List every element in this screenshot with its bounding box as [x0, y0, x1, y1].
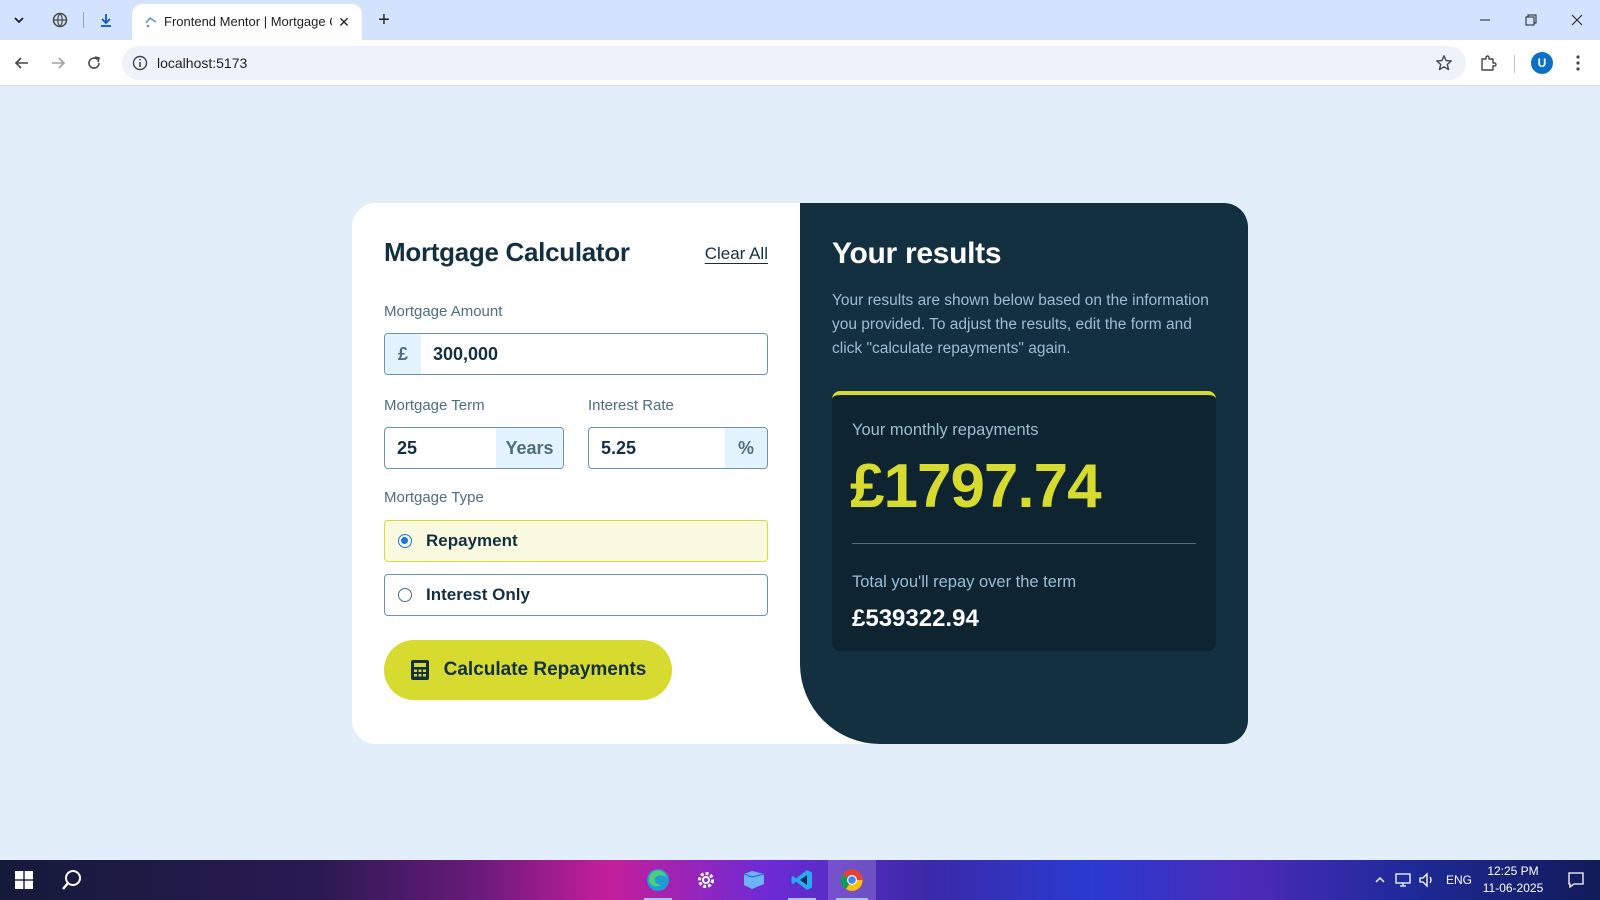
mortgage-term-field[interactable]: 25 Years: [384, 427, 564, 469]
tray-chevron-up-icon[interactable]: [1370, 860, 1390, 900]
mortgage-amount-label: Mortgage Amount: [384, 303, 503, 320]
mortgage-amount-input[interactable]: 300,000: [421, 334, 767, 374]
pinned-tab-download-icon[interactable]: [92, 6, 120, 34]
browser-tabstrip: Frontend Mentor | Mortgage Calculator ✕ …: [0, 0, 1600, 40]
total-repay-value: £539322.94: [852, 605, 979, 632]
toolbar-separator: [1514, 55, 1515, 73]
profile-avatar[interactable]: U: [1531, 52, 1553, 74]
mortgage-amount-field[interactable]: £ 300,000: [384, 333, 768, 375]
clock-date: 11-06-2025: [1482, 881, 1544, 895]
interest-rate-field[interactable]: 5.25 %: [588, 427, 768, 469]
url-text: localhost:5173: [157, 55, 248, 71]
calculate-repayments-button[interactable]: Calculate Repayments: [384, 640, 672, 700]
results-description: Your results are shown below based on th…: [832, 292, 1209, 357]
mortgage-type-label: Mortgage Type: [384, 489, 484, 506]
forward-arrow-icon[interactable]: [44, 49, 72, 77]
results-divider: [852, 543, 1196, 544]
browser-menu-icon[interactable]: [1566, 49, 1590, 77]
interest-rate-label: Interest Rate: [588, 397, 674, 414]
active-tab[interactable]: Frontend Mentor | Mortgage Calculator ✕: [132, 4, 362, 40]
radio-button-checked[interactable]: [398, 534, 412, 548]
language-indicator[interactable]: ENG: [1444, 860, 1474, 900]
tab-search-chevron-icon[interactable]: [5, 6, 33, 34]
radio-repayment[interactable]: Repayment: [384, 520, 768, 562]
site-info-icon[interactable]: [130, 53, 150, 73]
tab-separator: [83, 12, 84, 28]
back-arrow-icon[interactable]: [8, 49, 36, 77]
file-explorer-icon[interactable]: [732, 860, 776, 900]
radio-interest-only-label: Interest Only: [426, 585, 530, 604]
extensions-puzzle-icon[interactable]: [1474, 49, 1502, 77]
results-panel: Your results Your results are shown belo…: [800, 203, 1248, 744]
close-window-icon[interactable]: [1554, 0, 1600, 40]
radio-button-unchecked[interactable]: [398, 588, 412, 602]
clear-all-link[interactable]: Clear All: [705, 244, 768, 264]
total-repay-label: Total you'll repay over the term: [852, 573, 1077, 591]
notifications-icon[interactable]: [1554, 860, 1598, 900]
vscode-icon[interactable]: [780, 860, 824, 900]
years-suffix: Years: [496, 428, 563, 468]
restore-icon[interactable]: [1508, 0, 1554, 40]
chrome-icon[interactable]: [828, 860, 876, 900]
monthly-repayments-value: £1797.74: [850, 452, 1102, 521]
windows-taskbar: ENG 12:25 PM 11-06-2025: [0, 860, 1600, 900]
interest-rate-input[interactable]: 5.25: [589, 428, 725, 468]
settings-gear-icon[interactable]: [684, 860, 728, 900]
network-icon[interactable]: [1393, 860, 1415, 900]
clock-time: 12:25 PM: [1487, 864, 1539, 878]
form-title: Mortgage Calculator: [384, 237, 630, 267]
tab-close-icon[interactable]: ✕: [334, 12, 354, 32]
results-title: Your results: [832, 237, 1002, 270]
reload-icon[interactable]: [80, 49, 108, 77]
percent-suffix: %: [725, 428, 767, 468]
radio-repayment-label: Repayment: [426, 531, 518, 550]
mortgage-card: Mortgage Calculator Clear All Mortgage A…: [352, 203, 1248, 744]
volume-icon[interactable]: [1416, 860, 1438, 900]
address-bar[interactable]: localhost:5173: [122, 46, 1466, 80]
new-tab-plus-icon[interactable]: +: [370, 6, 398, 34]
edge-browser-icon[interactable]: [636, 860, 680, 900]
browser-toolbar: localhost:5173 U: [0, 40, 1600, 86]
monthly-repayments-label: Your monthly repayments: [852, 421, 1039, 439]
calculator-form: Mortgage Calculator Clear All Mortgage A…: [352, 203, 800, 744]
windows-start-icon[interactable]: [2, 860, 46, 900]
pinned-tab-globe-icon[interactable]: [46, 6, 74, 34]
search-icon[interactable]: [50, 860, 94, 900]
currency-prefix: £: [385, 334, 421, 374]
radio-interest-only[interactable]: Interest Only: [384, 574, 768, 616]
calculator-icon: [410, 660, 429, 680]
tab-title: Frontend Mentor | Mortgage Calculator: [164, 14, 332, 29]
results-summary-box: Your monthly repayments £1797.74 Total y…: [832, 391, 1216, 651]
minimize-icon[interactable]: [1462, 0, 1508, 40]
calculate-repayments-label: Calculate Repayments: [443, 659, 647, 680]
bookmark-star-icon[interactable]: [1434, 53, 1454, 73]
taskbar-clock[interactable]: 12:25 PM 11-06-2025: [1480, 863, 1546, 897]
tab-favicon-icon: [145, 16, 157, 28]
mortgage-term-input[interactable]: 25: [385, 428, 496, 468]
mortgage-term-label: Mortgage Term: [384, 397, 485, 414]
